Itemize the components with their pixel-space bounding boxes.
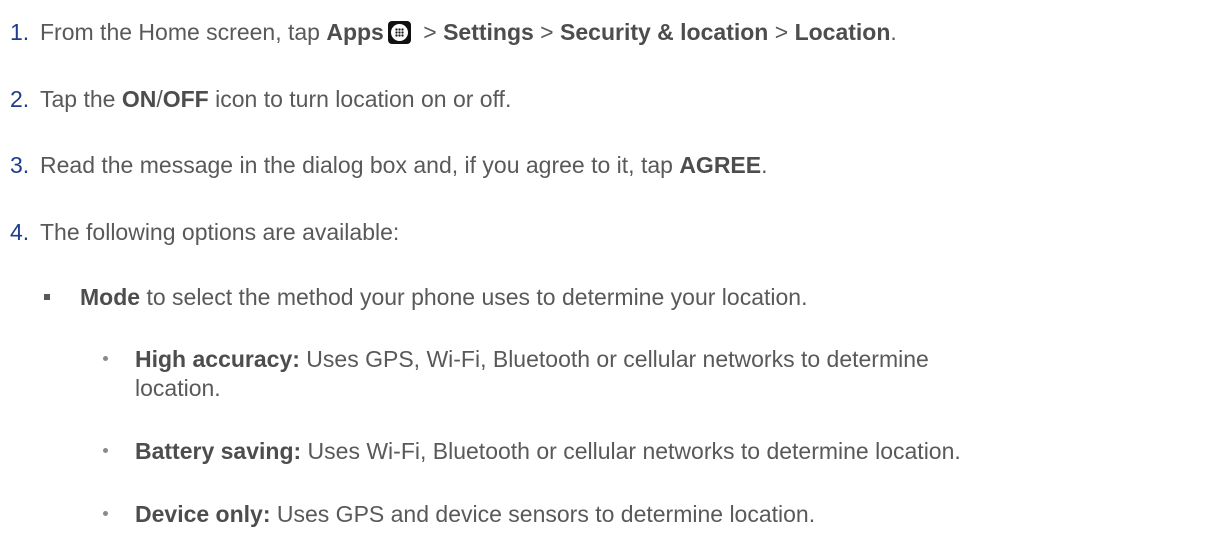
option-text-continued: location.	[135, 375, 221, 401]
dot-bullet-icon	[103, 448, 108, 453]
option-label: Battery saving:	[135, 438, 302, 464]
agree-label: AGREE	[679, 152, 762, 178]
square-bullet-icon	[44, 294, 50, 300]
option-text: Battery saving: Uses Wi-Fi, Bluetooth or…	[135, 438, 961, 464]
step-text: Read the message in the dialog box and, …	[40, 152, 768, 178]
option-text: Device only: Uses GPS and device sensors…	[135, 501, 816, 527]
settings-label: Settings	[443, 19, 534, 45]
apps-grid-icon	[387, 21, 411, 44]
step-number: 4.	[10, 219, 30, 245]
step-text: From the Home screen, tap Apps > Setting…	[40, 19, 897, 45]
security-location-label: Security & location	[560, 19, 769, 45]
off-label: OFF	[162, 86, 209, 112]
mode-label: Mode	[80, 284, 141, 310]
option-label: Device only:	[135, 501, 271, 527]
step-text: Tap the ON/OFF icon to turn location on …	[40, 86, 512, 112]
option-label: High accuracy:	[135, 346, 300, 372]
dot-bullet-icon	[103, 356, 108, 361]
step-number: 3.	[10, 152, 30, 178]
apps-label: Apps	[326, 19, 384, 45]
mode-text: Mode to select the method your phone use…	[80, 284, 808, 310]
location-label: Location	[794, 19, 891, 45]
dot-bullet-icon	[103, 511, 108, 516]
on-label: ON	[121, 86, 157, 112]
step-number: 2.	[10, 86, 30, 112]
step-text: The following options are available:	[40, 219, 400, 245]
option-text: High accuracy: Uses GPS, Wi-Fi, Bluetoot…	[135, 346, 929, 372]
instructions-page: { "steps": [ { "number": "1.", "t1": "Fr…	[0, 0, 1207, 542]
step-number: 1.	[10, 19, 30, 45]
